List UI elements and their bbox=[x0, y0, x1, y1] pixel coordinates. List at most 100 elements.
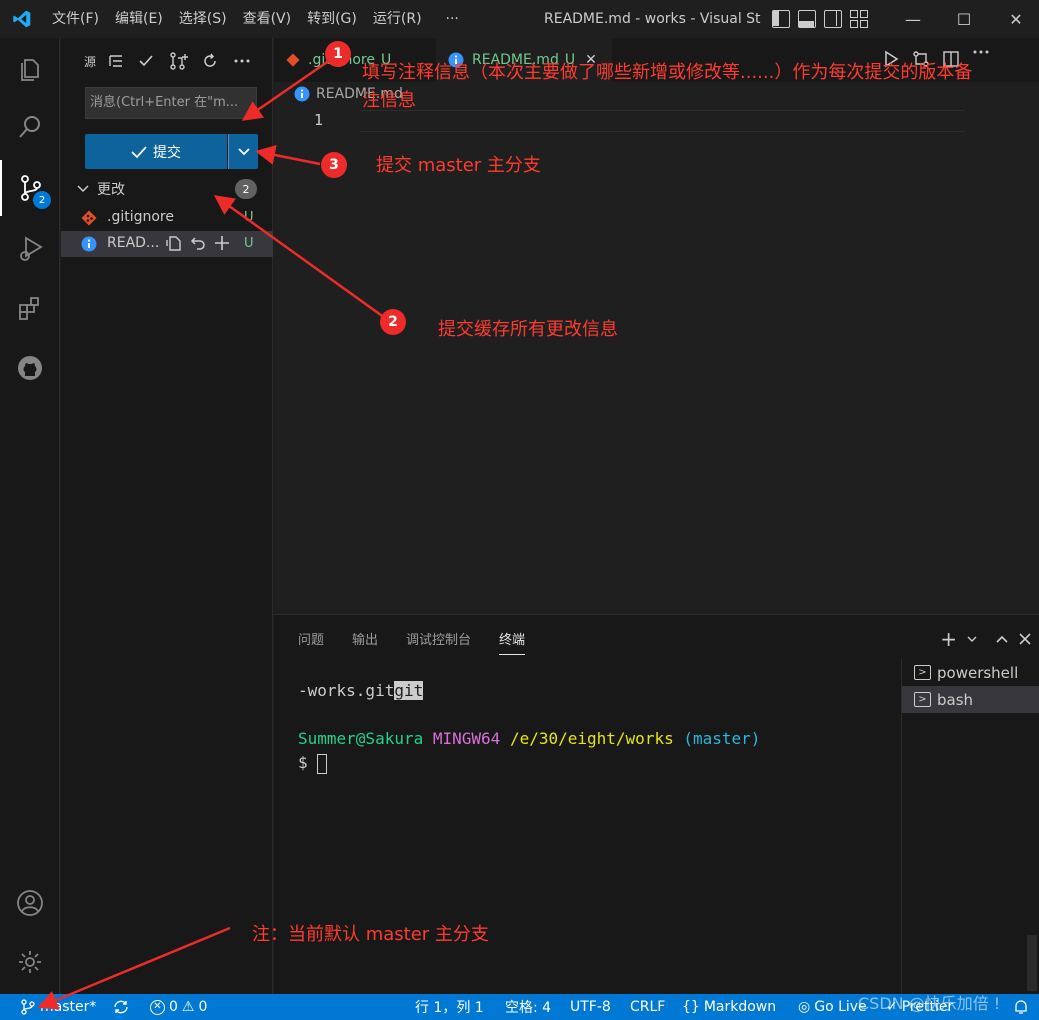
annotation-note: 注：当前默认 master 主分支 bbox=[252, 924, 489, 945]
terminal-item-bash[interactable]: > bash bbox=[902, 686, 1039, 713]
minimize-button[interactable]: — bbox=[890, 0, 936, 38]
settings-gear-icon[interactable] bbox=[0, 934, 60, 990]
branch-status[interactable]: master* bbox=[20, 994, 96, 1020]
row-actions bbox=[165, 234, 231, 252]
toggle-secondary-sidebar-icon[interactable] bbox=[824, 10, 842, 28]
terminal-list: > powershell > bash bbox=[901, 659, 1039, 995]
customize-layout-icon[interactable] bbox=[850, 10, 868, 28]
terminal-input-line: $ bbox=[298, 751, 760, 775]
line-ending[interactable]: CRLF bbox=[630, 994, 665, 1020]
accounts-icon[interactable] bbox=[0, 875, 60, 931]
chevron-down-icon[interactable] bbox=[967, 635, 977, 643]
file-name: .gitignore bbox=[107, 209, 174, 225]
change-item-gitignore[interactable]: .gitignore U bbox=[61, 205, 273, 231]
panel-tabs: 问题 输出 调试控制台 终端 bbox=[298, 629, 526, 655]
search-icon[interactable] bbox=[0, 99, 60, 155]
info-file-icon bbox=[81, 236, 97, 252]
menu-run[interactable]: 运行(R) bbox=[365, 0, 430, 38]
create-pull-request-icon[interactable] bbox=[167, 50, 189, 72]
toggle-panel-icon[interactable] bbox=[798, 10, 816, 28]
notifications-bell-icon[interactable] bbox=[1014, 994, 1028, 1020]
warning-icon: ⚠ bbox=[181, 999, 195, 1015]
terminal-icon: > bbox=[914, 692, 931, 707]
sync-icon[interactable] bbox=[112, 994, 130, 1020]
chevron-down-icon bbox=[237, 147, 250, 155]
braces-icon: {} bbox=[682, 999, 700, 1015]
git-file-icon bbox=[286, 53, 300, 67]
terminal-item-powershell[interactable]: > powershell bbox=[902, 659, 1039, 686]
close-panel-icon[interactable] bbox=[1019, 633, 1031, 645]
annotation-marker-2: 2 bbox=[380, 309, 406, 335]
title-bar: 文件(F) 编辑(E) 选择(S) 查看(V) 转到(G) 运行(R) ··· … bbox=[0, 0, 1039, 38]
more-actions-icon[interactable] bbox=[231, 50, 253, 72]
commit-check-icon[interactable] bbox=[135, 50, 157, 72]
new-terminal-icon[interactable]: + bbox=[940, 627, 957, 651]
terminal-output[interactable]: -works.gitgit Summer@Sakura MINGW64 /e/3… bbox=[298, 679, 760, 775]
line-number: 1 bbox=[314, 111, 324, 129]
scm-badge: 2 bbox=[33, 191, 51, 209]
menu-view[interactable]: 查看(V) bbox=[235, 0, 300, 38]
file-name: READ... bbox=[107, 235, 160, 251]
view-as-tree-icon[interactable] bbox=[105, 50, 127, 72]
tab-terminal[interactable]: 终端 bbox=[499, 629, 526, 655]
run-debug-icon[interactable] bbox=[0, 220, 60, 276]
problems-status[interactable]: ✕ 0 ⚠ 0 bbox=[150, 994, 207, 1020]
toggle-primary-sidebar-icon[interactable] bbox=[772, 10, 790, 28]
menu-file[interactable]: 文件(F) bbox=[44, 0, 107, 38]
scm-toolbar: 源 bbox=[61, 46, 273, 76]
change-item-readme[interactable]: READ... U bbox=[61, 231, 273, 257]
explorer-icon[interactable] bbox=[0, 40, 60, 96]
commit-message-input[interactable]: 消息(Ctrl+Enter 在"m... bbox=[85, 87, 257, 119]
tab-debug-console[interactable]: 调试控制台 bbox=[406, 629, 471, 655]
annotation-1-text: 填写注释信息（本次主要做了哪些新增或修改等......）作为每次提交的版本备 bbox=[362, 62, 973, 83]
error-icon: ✕ bbox=[150, 999, 165, 1015]
tab-output[interactable]: 输出 bbox=[352, 629, 378, 655]
untracked-status: U bbox=[244, 236, 254, 251]
changes-section-header[interactable]: 更改 2 bbox=[61, 177, 273, 201]
open-file-icon[interactable] bbox=[165, 234, 183, 252]
panel-scrollbar[interactable] bbox=[1027, 935, 1037, 991]
menu-bar: 文件(F) 编辑(E) 选择(S) 查看(V) 转到(G) 运行(R) ··· bbox=[44, 0, 467, 38]
discard-changes-icon[interactable] bbox=[189, 234, 207, 252]
broadcast-icon: ◎ bbox=[798, 999, 811, 1015]
annotation-1-text-line2: 注信息 bbox=[362, 90, 416, 111]
github-icon[interactable] bbox=[0, 340, 60, 396]
chevron-down-icon bbox=[77, 185, 89, 193]
cursor-position[interactable]: 行 1，列 1 bbox=[415, 994, 484, 1020]
commit-button[interactable]: 提交 bbox=[85, 134, 227, 169]
terminal-icon: > bbox=[914, 665, 931, 680]
menu-go[interactable]: 转到(G) bbox=[299, 0, 365, 38]
window-title: README.md - works - Visual St... bbox=[544, 11, 762, 27]
scm-view-title: 源 bbox=[83, 54, 96, 69]
source-control-icon[interactable]: 2 bbox=[0, 160, 60, 216]
branch-icon bbox=[21, 999, 35, 1015]
untracked-status: U bbox=[244, 210, 254, 225]
editor-more-icon[interactable] bbox=[972, 50, 990, 54]
activity-bar: 2 bbox=[0, 38, 60, 994]
changes-count-badge: 2 bbox=[235, 179, 257, 199]
terminal-cursor bbox=[317, 753, 328, 774]
maximize-button[interactable]: ☐ bbox=[941, 0, 987, 38]
maximize-panel-icon[interactable] bbox=[995, 634, 1009, 644]
commit-dropdown-button[interactable] bbox=[228, 134, 258, 169]
tab-problems[interactable]: 问题 bbox=[298, 629, 324, 655]
terminal-prompt-line: Summer@Sakura MINGW64 /e/30/eight/works … bbox=[298, 729, 761, 748]
encoding[interactable]: UTF-8 bbox=[570, 994, 611, 1020]
menu-more[interactable]: ··· bbox=[438, 0, 467, 38]
menu-selection[interactable]: 选择(S) bbox=[171, 0, 235, 38]
refresh-icon[interactable] bbox=[199, 50, 221, 72]
language-mode[interactable]: {} Markdown bbox=[682, 994, 776, 1020]
annotation-2-text: 提交缓存所有更改信息 bbox=[438, 319, 618, 340]
check-icon bbox=[131, 145, 147, 158]
layout-controls bbox=[772, 10, 868, 28]
indentation[interactable]: 空格: 4 bbox=[505, 994, 551, 1020]
go-live-button[interactable]: ◎ Go Live bbox=[798, 994, 867, 1020]
info-file-icon bbox=[294, 86, 310, 102]
annotation-3-text: 提交 master 主分支 bbox=[376, 155, 541, 176]
annotation-marker-1: 1 bbox=[325, 41, 351, 67]
menu-edit[interactable]: 编辑(E) bbox=[107, 0, 171, 38]
extensions-icon[interactable] bbox=[0, 280, 60, 336]
close-window-button[interactable]: ✕ bbox=[993, 0, 1039, 38]
vscode-window: 文件(F) 编辑(E) 选择(S) 查看(V) 转到(G) 运行(R) ··· … bbox=[0, 0, 1039, 1020]
stage-changes-icon[interactable] bbox=[213, 234, 231, 252]
